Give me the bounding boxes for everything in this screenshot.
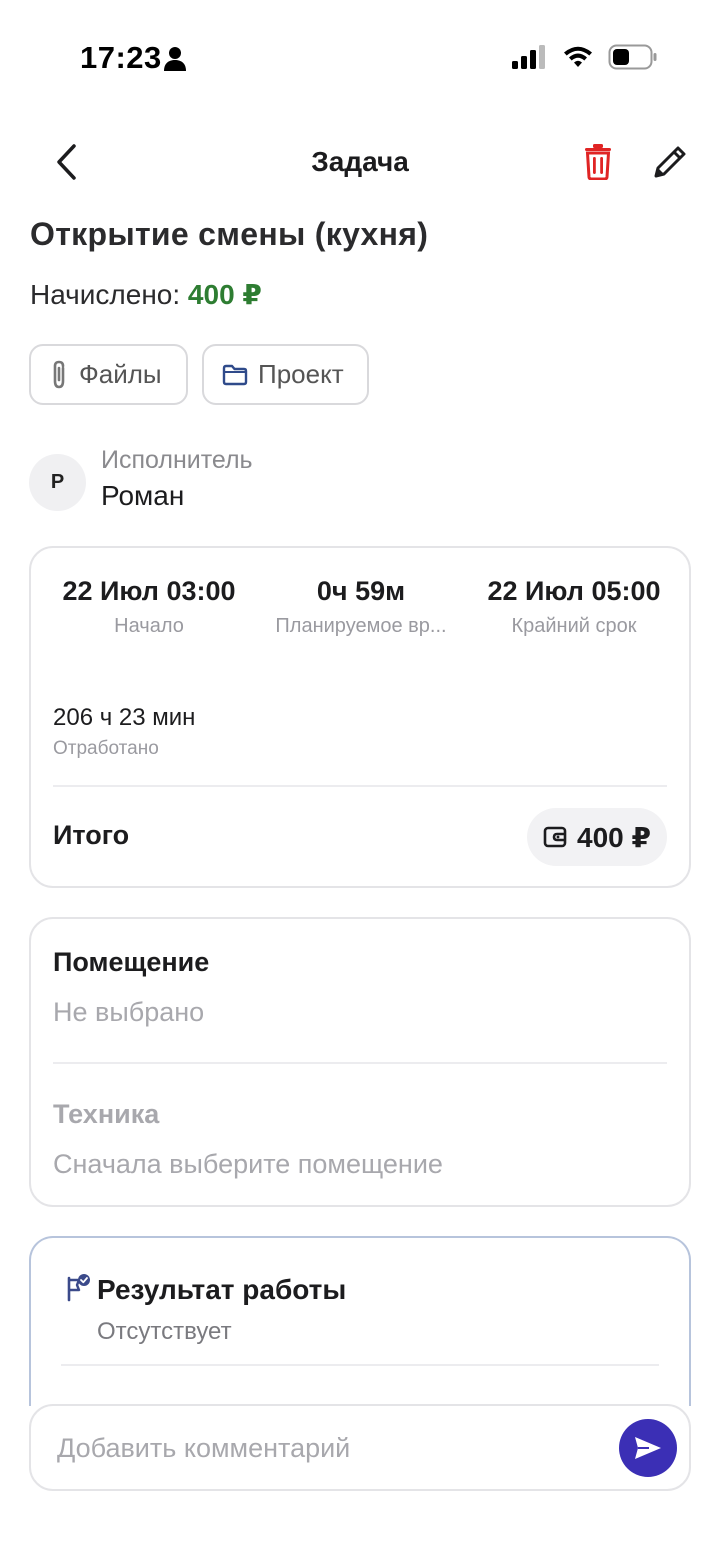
cellular-signal-icon bbox=[512, 45, 545, 69]
delete-button[interactable] bbox=[576, 140, 620, 184]
equipment-title: Техника bbox=[53, 1099, 160, 1129]
folder-icon bbox=[222, 364, 248, 385]
planned-block: 0ч 59м Планируемое вр... bbox=[267, 576, 455, 638]
result-card[interactable]: Результат работы Отсутствует bbox=[29, 1236, 691, 1406]
time-card: 22 Июл 03:00 Начало 0ч 59м Планируемое в… bbox=[29, 546, 691, 888]
planned-label: Планируемое вр... bbox=[275, 615, 447, 637]
header: Задача bbox=[0, 130, 720, 196]
files-button[interactable]: Файлы bbox=[29, 344, 188, 405]
room-card: Помещение Не выбрано Техника Сначала выб… bbox=[29, 917, 691, 1207]
status-indicators bbox=[512, 44, 658, 70]
flag-check-icon bbox=[67, 1274, 90, 1302]
deadline-block: 22 Июл 05:00 Крайний срок bbox=[477, 576, 671, 638]
comment-bar bbox=[29, 1404, 691, 1491]
equipment-select: Сначала выберите помещение bbox=[53, 1149, 443, 1179]
assignee-name: Роман bbox=[101, 480, 185, 511]
room-title: Помещение bbox=[53, 947, 210, 977]
wallet-icon bbox=[543, 826, 567, 848]
send-button[interactable] bbox=[619, 1419, 677, 1477]
comment-input[interactable] bbox=[57, 1428, 607, 1468]
battery-icon bbox=[608, 44, 657, 70]
total-label: Итого bbox=[53, 820, 130, 850]
result-title: Результат работы bbox=[97, 1274, 347, 1305]
room-select[interactable]: Не выбрано bbox=[53, 997, 204, 1028]
assignee-label: Исполнитель bbox=[101, 446, 253, 474]
status-time: 17:23 bbox=[80, 40, 162, 75]
total-amount-badge: 400 ₽ bbox=[527, 808, 667, 866]
start-label: Начало bbox=[114, 615, 184, 637]
deadline-value: 22 Июл 05:00 bbox=[487, 576, 661, 606]
wifi-icon bbox=[564, 46, 592, 67]
worked-value: 206 ч 23 мин bbox=[53, 704, 196, 731]
accrued-label: Начислено: bbox=[30, 279, 181, 310]
send-icon bbox=[635, 1437, 661, 1459]
edit-button[interactable] bbox=[648, 140, 692, 184]
task-title: Открытие смены (кухня) bbox=[30, 216, 429, 252]
project-label: Проект bbox=[258, 359, 344, 389]
deadline-label: Крайний срок bbox=[511, 615, 637, 637]
divider bbox=[61, 1364, 659, 1366]
project-button[interactable]: Проект bbox=[202, 344, 369, 405]
person-icon bbox=[164, 47, 186, 71]
worked-block: 206 ч 23 мин Отработано bbox=[53, 704, 195, 760]
trash-icon bbox=[585, 144, 611, 180]
status-bar: 17:23 bbox=[0, 0, 720, 118]
planned-value: 0ч 59м bbox=[316, 576, 406, 606]
result-value: Отсутствует bbox=[97, 1318, 232, 1345]
pencil-icon bbox=[654, 146, 686, 178]
divider bbox=[53, 785, 667, 787]
total-amount: 400 ₽ bbox=[577, 821, 651, 853]
paperclip-icon bbox=[53, 360, 65, 388]
accrued-row: Начислено: 400 ₽ bbox=[30, 278, 262, 311]
start-value: 22 Июл 03:00 bbox=[62, 576, 236, 606]
worked-label: Отработано bbox=[53, 738, 159, 759]
start-block: 22 Июл 03:00 Начало bbox=[53, 576, 245, 638]
divider bbox=[53, 1062, 667, 1064]
files-label: Файлы bbox=[79, 359, 162, 389]
accrued-amount: 400 ₽ bbox=[187, 279, 262, 310]
avatar: Р bbox=[29, 454, 86, 511]
